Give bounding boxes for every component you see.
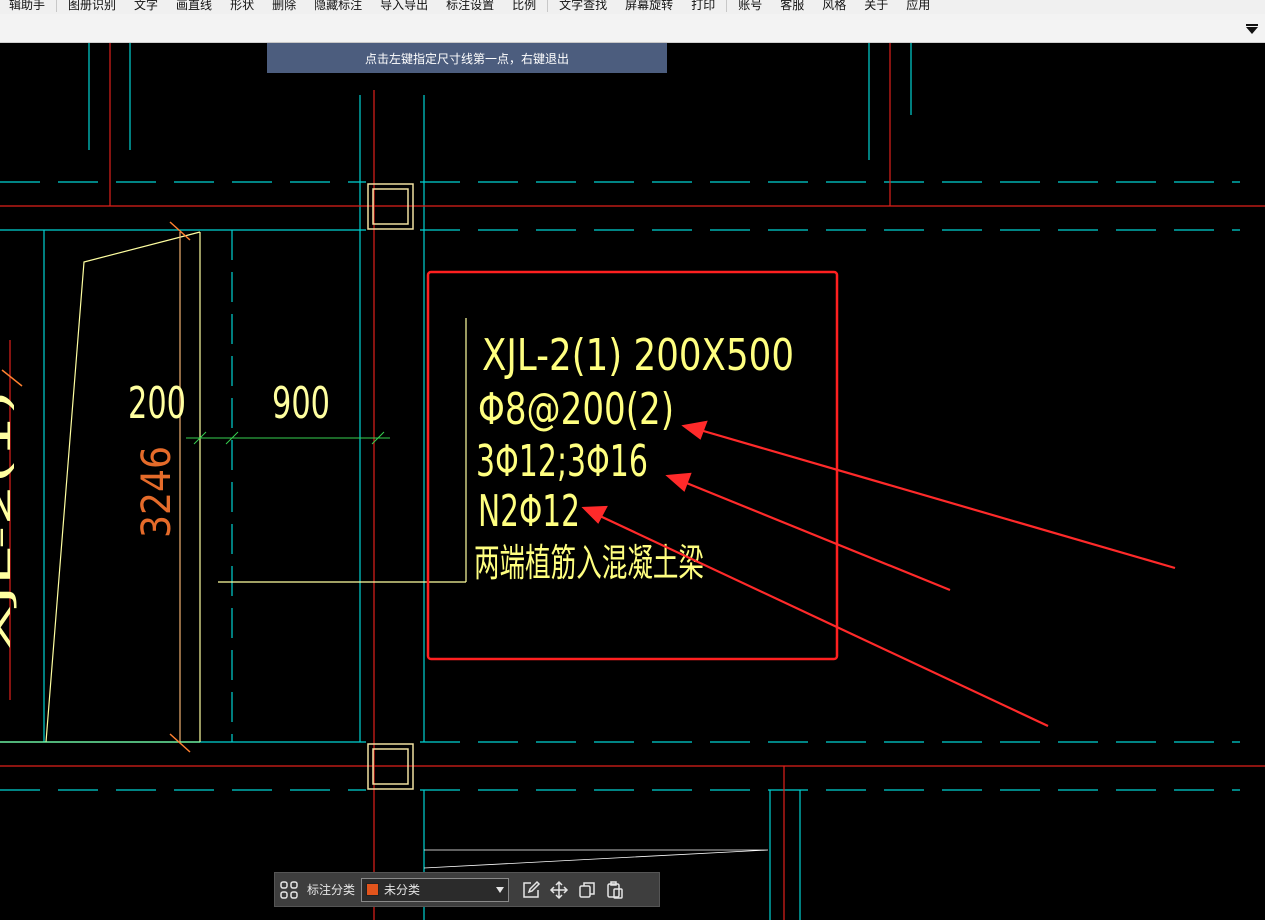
menu-shape[interactable]: 形状: [221, 0, 263, 14]
menu-scale[interactable]: 比例: [503, 0, 545, 14]
copy-button[interactable]: [573, 876, 601, 904]
paste-icon: [607, 880, 623, 899]
dimension-900: 900: [272, 378, 330, 429]
menu-about[interactable]: 关于: [855, 0, 897, 14]
menu-annotation-settings[interactable]: 标注设置: [437, 0, 503, 14]
annotation-category-label: 标注分类: [307, 883, 356, 897]
annotation-line-3: 3Φ12;3Φ16: [476, 436, 648, 487]
menu-print[interactable]: 打印: [682, 0, 724, 14]
menu-separator: [726, 0, 728, 12]
prompt-text: 点击左键指定尺寸线第一点，右键退出: [364, 51, 569, 66]
chevron-down-icon: [496, 886, 505, 893]
menu-separator: [56, 0, 58, 12]
grid-icon: [280, 880, 298, 899]
menu-apps[interactable]: 应用: [897, 0, 939, 14]
copy-icon: [579, 881, 595, 898]
grid-button[interactable]: [275, 876, 303, 904]
toolbar-expand-button[interactable]: [1245, 23, 1259, 35]
edit-icon: [523, 880, 541, 898]
paste-button[interactable]: [601, 876, 629, 904]
secondary-toolbar: [0, 14, 1265, 43]
menu-text[interactable]: 文字: [125, 0, 167, 14]
menu-screen-rotate[interactable]: 屏幕旋转: [616, 0, 682, 14]
category-color-swatch: [366, 883, 380, 896]
app-window: 辑助手 图册识别 文字 画直线 形状 删除 隐藏标注 导入导出 标注设置 比例 …: [0, 0, 1265, 920]
menu-support[interactable]: 客服: [771, 0, 813, 14]
menu-separator: [547, 0, 549, 12]
category-value: 未分类: [384, 883, 421, 897]
menu-draw-line[interactable]: 画直线: [167, 0, 221, 14]
move-button[interactable]: [545, 876, 573, 904]
menu-bar: 辑助手 图册识别 文字 画直线 形状 删除 隐藏标注 导入导出 标注设置 比例 …: [0, 0, 1265, 14]
menu-delete[interactable]: 删除: [263, 0, 305, 14]
side-beam-label: XJL-2(1): [0, 390, 18, 650]
menu-drawing-recognition[interactable]: 图册识别: [59, 0, 125, 14]
menu-import-export[interactable]: 导入导出: [371, 0, 437, 14]
menu-hide-annotations[interactable]: 隐藏标注: [305, 0, 371, 14]
annotation-category-select[interactable]: 未分类: [361, 877, 510, 902]
edit-button[interactable]: [517, 876, 545, 904]
menu-text-search[interactable]: 文字查找: [550, 0, 616, 14]
menu-assistant[interactable]: 辑助手: [0, 0, 54, 14]
annotation-line-1: XJL-2(1) 200X500: [482, 330, 794, 381]
annotation-line-2: Φ8@200(2): [478, 384, 674, 435]
drawing-canvas[interactable]: 200 900 3246 XJL-2(1) XJL-2(1) 200X500 Φ…: [0, 43, 1265, 920]
move-icon: [549, 880, 569, 899]
dimension-200: 200: [128, 378, 186, 429]
menu-account[interactable]: 账号: [729, 0, 771, 14]
command-prompt-banner: 点击左键指定尺寸线第一点，右键退出: [267, 43, 667, 73]
dimension-3246: 3246: [134, 446, 180, 538]
annotation-toolbar: 标注分类 未分类: [274, 872, 660, 907]
annotation-line-4: N2Φ12: [478, 486, 580, 537]
menu-style[interactable]: 风格: [813, 0, 855, 14]
caret-down-icon: [1246, 24, 1258, 34]
